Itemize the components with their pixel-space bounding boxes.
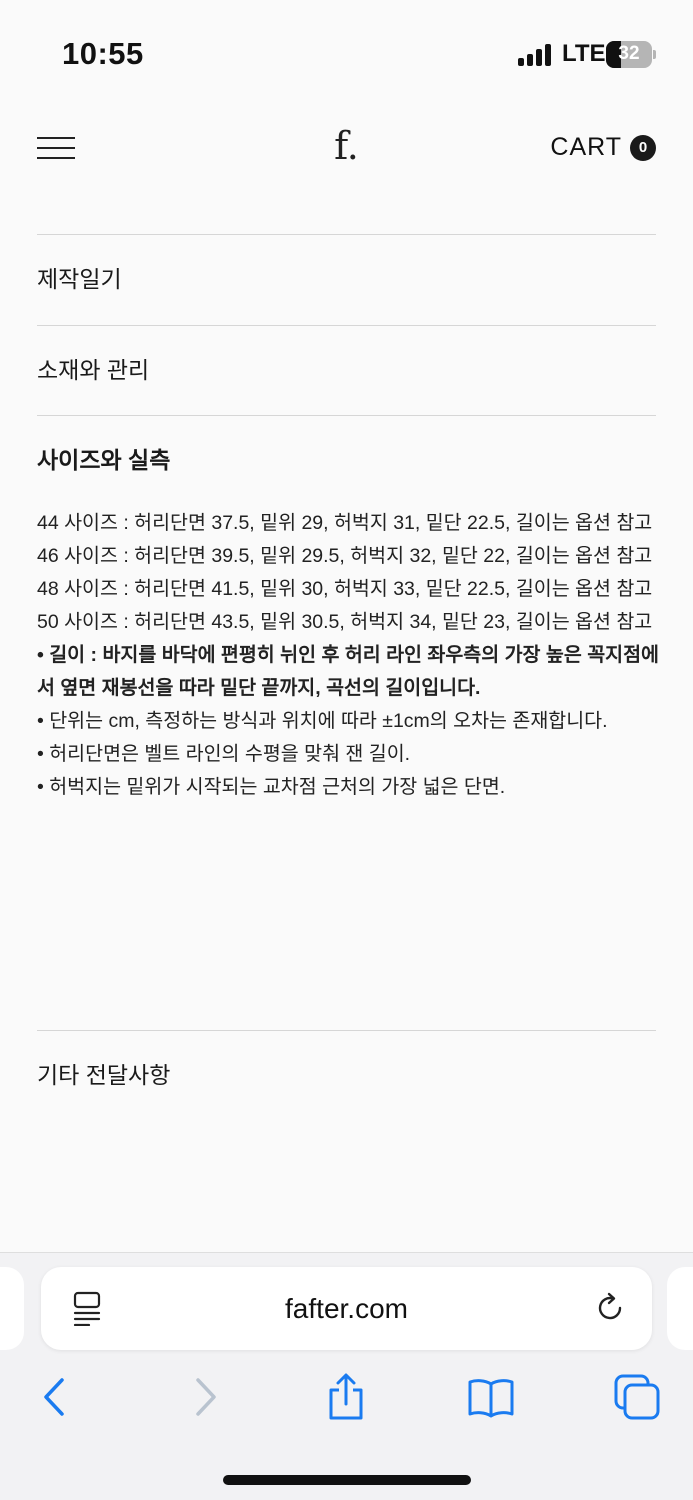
section-size-measurements[interactable]: 사이즈와 실측 <box>37 441 170 475</box>
back-chevron-icon[interactable] <box>30 1372 80 1422</box>
size-details: 44 사이즈 : 허리단면 37.5, 밑위 29, 허벅지 31, 밑단 22… <box>37 507 662 804</box>
home-indicator[interactable] <box>223 1475 471 1485</box>
address-bar[interactable]: fafter.com <box>41 1267 652 1350</box>
size-row-44: 44 사이즈 : 허리단면 37.5, 밑위 29, 허벅지 31, 밑단 22… <box>37 512 653 534</box>
battery-icon: 32 <box>606 41 656 68</box>
divider <box>37 1030 656 1031</box>
divider <box>37 415 656 416</box>
size-row-48: 48 사이즈 : 허리단면 41.5, 밑위 30, 허벅지 33, 밑단 22… <box>37 578 653 600</box>
status-bar: 10:55 LTE 32 <box>0 0 693 100</box>
tabs-icon[interactable] <box>612 1372 662 1422</box>
share-icon[interactable] <box>321 1372 371 1422</box>
cart-count-badge: 0 <box>630 134 656 161</box>
reload-icon[interactable] <box>594 1292 626 1324</box>
network-type: LTE <box>562 40 606 67</box>
cart-button[interactable]: CART 0 <box>550 133 656 162</box>
section-material-care[interactable]: 소재와 관리 <box>37 351 149 385</box>
length-note: • 길이 : 바지를 바닥에 편평히 뉘인 후 허리 라인 좌우측의 가장 높은… <box>37 644 659 699</box>
battery-percent: 32 <box>618 43 640 64</box>
size-row-46: 46 사이즈 : 허리단면 39.5, 밑위 29.5, 허벅지 32, 밑단 … <box>37 545 653 567</box>
next-tab-preview[interactable] <box>667 1267 693 1350</box>
cart-label: CART <box>550 133 622 161</box>
forward-chevron-icon[interactable] <box>180 1372 230 1422</box>
bookmarks-book-icon[interactable] <box>466 1372 516 1422</box>
waist-note: • 허리단면은 벨트 라인의 수평을 맞춰 잰 길이. <box>37 743 411 765</box>
size-row-50: 50 사이즈 : 허리단면 43.5, 밑위 30.5, 허벅지 34, 밑단 … <box>37 611 653 633</box>
cellular-signal-icon <box>518 44 554 66</box>
unit-note: • 단위는 cm, 측정하는 방식과 위치에 따라 ±1cm의 오차는 존재합니… <box>37 710 608 732</box>
section-production-diary[interactable]: 제작일기 <box>37 260 122 294</box>
status-time: 10:55 <box>62 36 144 71</box>
divider <box>37 325 656 326</box>
section-other-notes[interactable]: 기타 전달사항 <box>37 1056 170 1090</box>
divider <box>37 234 656 235</box>
previous-tab-preview[interactable] <box>0 1267 24 1350</box>
url-text: fafter.com <box>285 1293 408 1324</box>
thigh-note: • 허벅지는 밑위가 시작되는 교차점 근처의 가장 넓은 단면. <box>37 776 506 798</box>
